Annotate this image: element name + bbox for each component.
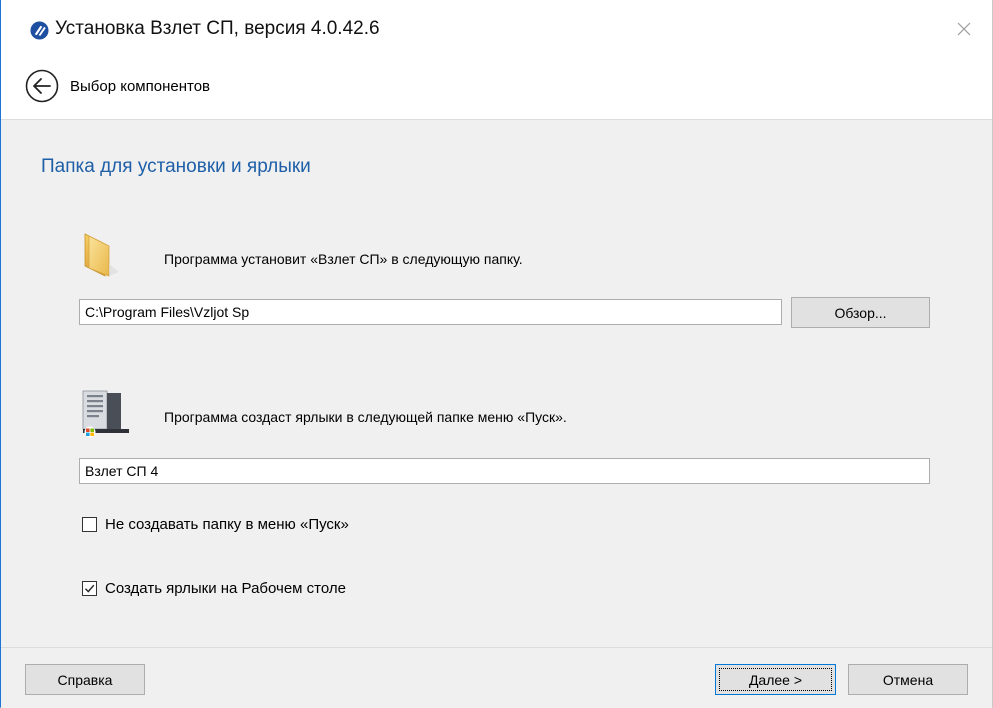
- content-panel: Папка для установки и ярлыки Программа у…: [1, 119, 992, 647]
- no-start-menu-folder-label[interactable]: Не создавать папку в меню «Пуск»: [105, 516, 349, 533]
- desktop-shortcuts-label[interactable]: Создать ярлыки на Рабочем столе: [105, 580, 346, 597]
- back-arrow-icon[interactable]: [25, 69, 59, 103]
- install-path-input[interactable]: C:\Program Files\Vzljot Sp: [79, 299, 782, 325]
- start-menu-folder-icon: [82, 390, 129, 438]
- browse-button[interactable]: Обзор...: [791, 297, 930, 328]
- nav-header: Выбор компонентов: [1, 58, 993, 118]
- next-button-label: Далее >: [748, 671, 803, 688]
- installer-window: Установка Взлет СП, версия 4.0.42.6 Выбо…: [0, 0, 993, 708]
- start-menu-description: Программа создаст ярлыки в следующей пап…: [164, 409, 567, 425]
- window-title: Установка Взлет СП, версия 4.0.42.6: [55, 18, 380, 39]
- step-label: Выбор компонентов: [70, 78, 211, 95]
- close-button[interactable]: [949, 14, 979, 44]
- help-button[interactable]: Справка: [25, 664, 145, 695]
- footer-bar: Справка Далее > Отмена: [1, 647, 992, 708]
- page-title: Папка для установки и ярлыки: [41, 156, 311, 177]
- next-button[interactable]: Далее >: [715, 664, 836, 695]
- install-folder-description: Программа установит «Взлет СП» в следующ…: [164, 251, 523, 267]
- title-bar: Установка Взлет СП, версия 4.0.42.6: [1, 0, 993, 56]
- close-icon: [957, 22, 971, 36]
- checkmark-icon: [85, 584, 95, 593]
- vzlet-logo-icon: [30, 21, 49, 40]
- cancel-button[interactable]: Отмена: [848, 664, 968, 695]
- no-start-menu-folder-checkbox[interactable]: [82, 517, 97, 532]
- desktop-shortcuts-checkbox[interactable]: [82, 581, 97, 596]
- start-menu-folder-input[interactable]: Взлет СП 4: [79, 458, 930, 484]
- folder-icon: [84, 233, 119, 277]
